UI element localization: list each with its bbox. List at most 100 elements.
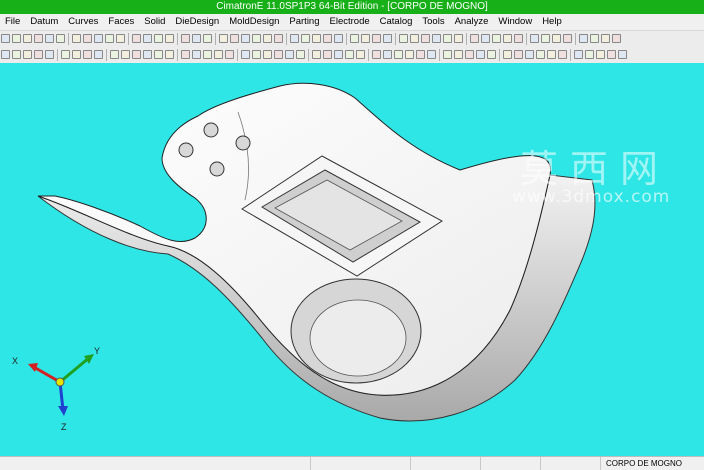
menu-curves[interactable]: Curves: [63, 14, 103, 30]
main-tool-icon[interactable]: [443, 34, 452, 43]
main-tool-icon[interactable]: [12, 34, 21, 43]
main-tool-icon[interactable]: [274, 34, 283, 43]
geometry-tool-icon[interactable]: [214, 50, 223, 59]
main-tool-icon[interactable]: [350, 34, 359, 43]
geometry-tool-icon[interactable]: [465, 50, 474, 59]
menu-faces[interactable]: Faces: [103, 14, 139, 30]
menu-molddesign[interactable]: MoldDesign: [224, 14, 284, 30]
main-tool-icon[interactable]: [34, 34, 43, 43]
3d-viewport[interactable]: [0, 63, 704, 456]
menu-help[interactable]: Help: [537, 14, 567, 30]
geometry-tool-icon[interactable]: [416, 50, 425, 59]
geometry-tool-icon[interactable]: [525, 50, 534, 59]
geometry-tool-icon[interactable]: [503, 50, 512, 59]
geometry-tool-icon[interactable]: [443, 50, 452, 59]
main-tool-icon[interactable]: [563, 34, 572, 43]
geometry-tool-icon[interactable]: [132, 50, 141, 59]
main-tool-icon[interactable]: [83, 34, 92, 43]
menu-window[interactable]: Window: [493, 14, 537, 30]
main-tool-icon[interactable]: [612, 34, 621, 43]
main-tool-icon[interactable]: [601, 34, 610, 43]
geometry-tool-icon[interactable]: [607, 50, 616, 59]
main-tool-icon[interactable]: [56, 34, 65, 43]
main-tool-icon[interactable]: [105, 34, 114, 43]
geometry-tool-icon[interactable]: [252, 50, 261, 59]
geometry-tool-icon[interactable]: [263, 50, 272, 59]
main-tool-icon[interactable]: [23, 34, 32, 43]
geometry-tool-icon[interactable]: [285, 50, 294, 59]
main-tool-icon[interactable]: [230, 34, 239, 43]
main-tool-icon[interactable]: [399, 34, 408, 43]
main-tool-icon[interactable]: [530, 34, 539, 43]
main-tool-icon[interactable]: [421, 34, 430, 43]
geometry-tool-icon[interactable]: [574, 50, 583, 59]
geometry-tool-icon[interactable]: [83, 50, 92, 59]
main-tool-icon[interactable]: [590, 34, 599, 43]
main-tool-icon[interactable]: [552, 34, 561, 43]
geometry-tool-icon[interactable]: [241, 50, 250, 59]
geometry-tool-icon[interactable]: [45, 50, 54, 59]
geometry-tool-icon[interactable]: [94, 50, 103, 59]
geometry-tool-icon[interactable]: [121, 50, 130, 59]
main-tool-icon[interactable]: [503, 34, 512, 43]
main-tool-icon[interactable]: [143, 34, 152, 43]
geometry-tool-icon[interactable]: [487, 50, 496, 59]
geometry-tool-icon[interactable]: [110, 50, 119, 59]
geometry-tool-icon[interactable]: [454, 50, 463, 59]
main-tool-icon[interactable]: [290, 34, 299, 43]
main-tool-icon[interactable]: [165, 34, 174, 43]
geometry-tool-icon[interactable]: [192, 50, 201, 59]
geometry-tool-icon[interactable]: [1, 50, 10, 59]
main-tool-icon[interactable]: [492, 34, 501, 43]
geometry-tool-icon[interactable]: [383, 50, 392, 59]
geometry-tool-icon[interactable]: [394, 50, 403, 59]
main-tool-icon[interactable]: [372, 34, 381, 43]
guitar-body-model[interactable]: [0, 63, 704, 456]
geometry-tool-icon[interactable]: [372, 50, 381, 59]
geometry-tool-icon[interactable]: [345, 50, 354, 59]
main-tool-icon[interactable]: [579, 34, 588, 43]
geometry-tool-icon[interactable]: [181, 50, 190, 59]
menu-electrode[interactable]: Electrode: [325, 14, 375, 30]
geometry-tool-icon[interactable]: [405, 50, 414, 59]
menu-analyze[interactable]: Analyze: [450, 14, 494, 30]
geometry-tool-icon[interactable]: [585, 50, 594, 59]
geometry-tool-icon[interactable]: [203, 50, 212, 59]
main-tool-icon[interactable]: [94, 34, 103, 43]
main-tool-icon[interactable]: [514, 34, 523, 43]
main-tool-icon[interactable]: [361, 34, 370, 43]
main-tool-icon[interactable]: [203, 34, 212, 43]
main-tool-icon[interactable]: [72, 34, 81, 43]
main-tool-icon[interactable]: [470, 34, 479, 43]
main-tool-icon[interactable]: [252, 34, 261, 43]
main-tool-icon[interactable]: [334, 34, 343, 43]
geometry-tool-icon[interactable]: [476, 50, 485, 59]
menu-file[interactable]: File: [0, 14, 25, 30]
main-tool-icon[interactable]: [410, 34, 419, 43]
menu-solid[interactable]: Solid: [139, 14, 170, 30]
menu-parting[interactable]: Parting: [284, 14, 324, 30]
geometry-tool-icon[interactable]: [596, 50, 605, 59]
geometry-tool-icon[interactable]: [23, 50, 32, 59]
geometry-tool-icon[interactable]: [547, 50, 556, 59]
main-tool-icon[interactable]: [541, 34, 550, 43]
geometry-tool-icon[interactable]: [514, 50, 523, 59]
geometry-tool-icon[interactable]: [72, 50, 81, 59]
geometry-tool-icon[interactable]: [34, 50, 43, 59]
main-tool-icon[interactable]: [454, 34, 463, 43]
geometry-tool-icon[interactable]: [12, 50, 21, 59]
main-tool-icon[interactable]: [323, 34, 332, 43]
main-tool-icon[interactable]: [181, 34, 190, 43]
main-tool-icon[interactable]: [312, 34, 321, 43]
geometry-tool-icon[interactable]: [154, 50, 163, 59]
menu-tools[interactable]: Tools: [417, 14, 449, 30]
geometry-tool-icon[interactable]: [558, 50, 567, 59]
main-tool-icon[interactable]: [154, 34, 163, 43]
main-tool-icon[interactable]: [241, 34, 250, 43]
geometry-tool-icon[interactable]: [618, 50, 627, 59]
geometry-tool-icon[interactable]: [61, 50, 70, 59]
main-tool-icon[interactable]: [219, 34, 228, 43]
geometry-tool-icon[interactable]: [274, 50, 283, 59]
menu-diedesign[interactable]: DieDesign: [170, 14, 224, 30]
main-tool-icon[interactable]: [1, 34, 10, 43]
